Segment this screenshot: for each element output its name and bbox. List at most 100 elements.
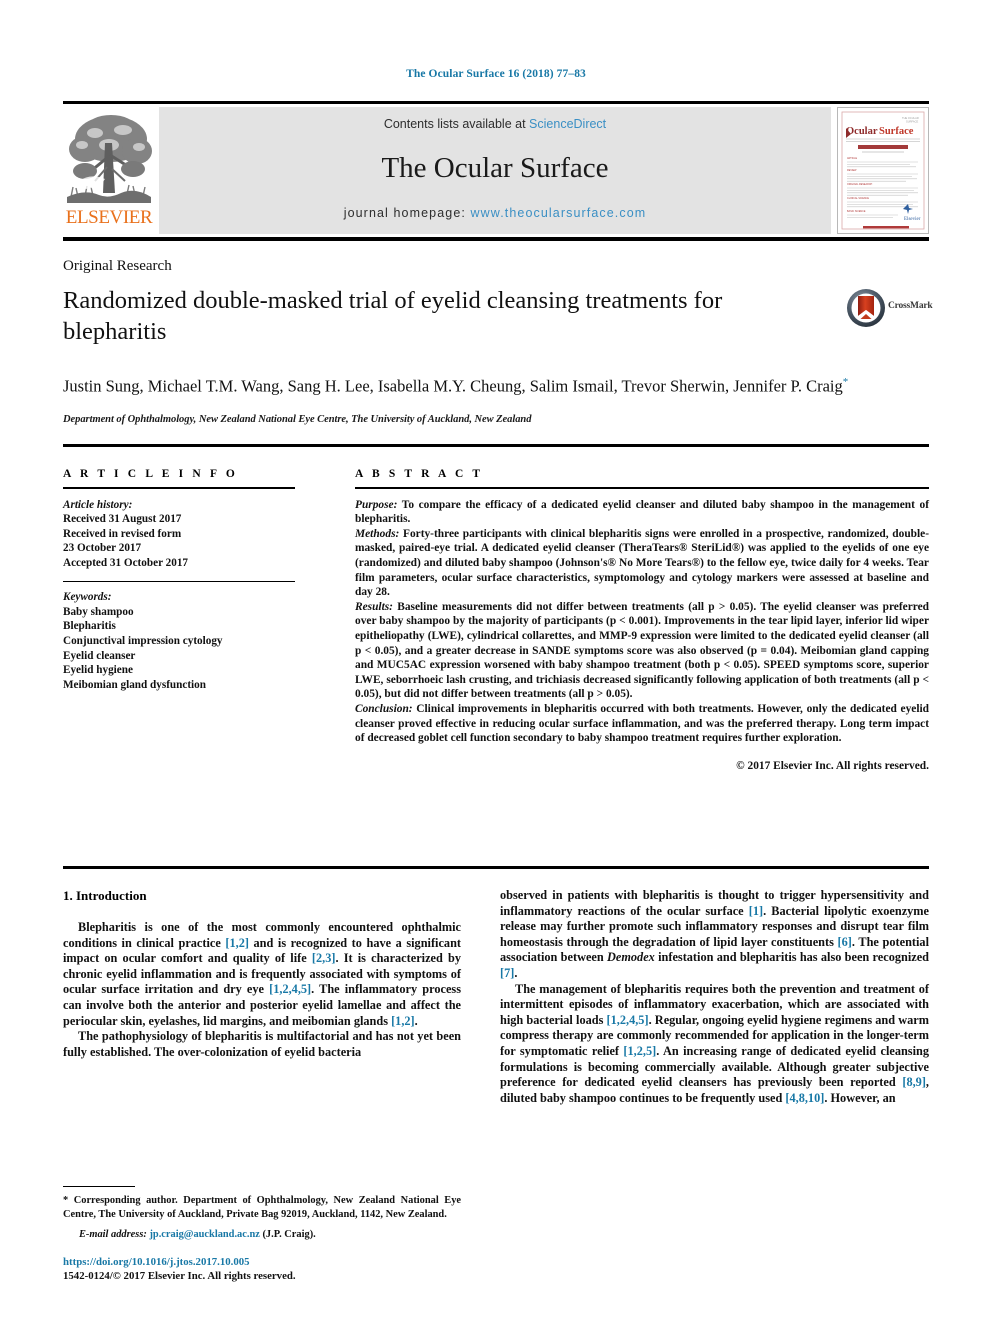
intro-paragraph-4: The management of blepharitis requires b… — [500, 982, 929, 1107]
body-column-left: 1. Introduction Blepharitis is one of th… — [63, 888, 461, 1060]
journal-banner: ELSEVIER Contents lists available at Sci… — [63, 107, 929, 234]
banner-top-rule — [63, 101, 929, 104]
abstract-methods: Methods: Forty-three participants with c… — [355, 527, 929, 600]
citation-ref[interactable]: [1,2] — [225, 936, 249, 950]
corresponding-author-note: * Corresponding author. Department of Op… — [63, 1194, 461, 1220]
citation-ref[interactable]: [1] — [749, 904, 763, 918]
issn-copyright-line: 1542-0124/© 2017 Elsevier Inc. All right… — [63, 1270, 296, 1282]
author-list: Justin Sung, Michael T.M. Wang, Sang H. … — [63, 371, 863, 398]
abstract-conclusion-label: Conclusion: — [355, 702, 413, 715]
body-column-right: observed in patients with blepharitis is… — [500, 888, 929, 1106]
article-info-column: A R T I C L E I N F O Article history: R… — [63, 468, 295, 692]
crossmark-label: CrossMark — [888, 301, 933, 311]
abstract-block-top-rule — [63, 444, 929, 447]
keywords-label: Keywords: — [63, 591, 112, 604]
keyword-item: Meibomian gland dysfunction — [63, 678, 206, 691]
history-item: Accepted 31 October 2017 — [63, 556, 189, 569]
abstract-conclusion: Conclusion: Clinical improvements in ble… — [355, 702, 929, 746]
crossmark-icon — [847, 289, 885, 327]
elsevier-logo: ELSEVIER — [63, 107, 155, 234]
citation-ref[interactable]: [8,9] — [902, 1075, 926, 1089]
citation-ref[interactable]: [7] — [500, 966, 514, 980]
citation-ref[interactable]: [1,2] — [391, 1014, 415, 1028]
abstract-copyright: © 2017 Elsevier Inc. All rights reserved… — [736, 759, 929, 772]
abstract-results-text: Baseline measurements did not differ bet… — [355, 600, 929, 701]
intro-paragraph-1: Blepharitis is one of the most commonly … — [63, 920, 461, 1029]
abstract-results-label: Results: — [355, 600, 393, 613]
history-item: Received 31 August 2017 — [63, 513, 182, 526]
history-item: Received in revised form — [63, 527, 182, 540]
intro-paragraph-3: observed in patients with blepharitis is… — [500, 888, 929, 982]
abstract-column: A B S T R A C T Purpose: To compare the … — [355, 468, 929, 773]
journal-article-page: The Ocular Surface 16 (2018) 77–83 ELSEV… — [0, 0, 992, 1323]
journal-title: The Ocular Surface — [381, 152, 609, 184]
article-history-label: Article history: — [63, 498, 133, 511]
homepage-prefix: journal homepage: — [343, 206, 466, 220]
svg-text:BASIC SCIENCE: BASIC SCIENCE — [847, 210, 866, 213]
doi-footer: https://doi.org/10.1016/j.jtos.2017.10.0… — [63, 1255, 461, 1283]
article-history-block: Article history: Received 31 August 2017… — [63, 498, 295, 571]
abstract-results: Results: Baseline measurements did not d… — [355, 600, 929, 702]
article-info-heading: A R T I C L E I N F O — [63, 468, 238, 480]
text-run: . — [514, 965, 518, 980]
history-item: 23 October 2017 — [63, 542, 142, 555]
italic-term: Demodex — [607, 950, 655, 965]
citation-ref[interactable]: [1,2,4,5] — [269, 982, 311, 996]
elsevier-wordmark: ELSEVIER — [65, 207, 153, 228]
keyword-item: Baby shampoo — [63, 605, 134, 618]
text-run: infestation and blepharitis has also bee… — [654, 950, 929, 965]
citation-ref[interactable]: [2,3] — [312, 951, 336, 965]
citation-ref[interactable]: [4,8,10] — [785, 1091, 824, 1105]
svg-text:ARTICLE: ARTICLE — [847, 157, 857, 160]
footnote-rule — [63, 1186, 135, 1188]
article-type-label: Original Research — [63, 258, 172, 274]
text-run: . However, an — [824, 1090, 896, 1105]
svg-text:THE OCULAR: THE OCULAR — [902, 116, 919, 120]
svg-text:Elsevier: Elsevier — [904, 217, 921, 222]
paper-title: Randomized double-masked trial of eyelid… — [63, 287, 723, 345]
corresponding-author-marker: * — [842, 376, 849, 388]
keyword-item: Conjunctival impression cytology — [63, 634, 223, 647]
citation-ref[interactable]: [1,2,5] — [623, 1044, 656, 1058]
svg-text:Surface: Surface — [879, 126, 914, 137]
running-head: The Ocular Surface 16 (2018) 77–83 — [406, 68, 586, 80]
doi-link[interactable]: https://doi.org/10.1016/j.jtos.2017.10.0… — [63, 1255, 461, 1269]
journal-homepage-line: journal homepage: www.theocularsurface.c… — [159, 206, 831, 220]
crossmark-badge[interactable]: CrossMark — [846, 288, 942, 328]
abstract-purpose-text: To compare the efficacy of a dedicated e… — [355, 498, 929, 526]
abstract-methods-text: Forty-three participants with clinical b… — [355, 527, 929, 599]
journal-homepage-link[interactable]: www.theocularsurface.com — [471, 206, 647, 220]
contents-available-line: Contents lists available at ScienceDirec… — [159, 117, 831, 131]
abstract-purpose-label: Purpose: — [355, 498, 398, 511]
email-suffix: (J.P. Craig). — [259, 1228, 316, 1240]
keywords-block: Keywords: Baby shampoo Blepharitis Conju… — [63, 590, 295, 692]
email-note: E-mail address: jp.craig@auckland.ac.nz … — [63, 1228, 461, 1241]
svg-text:ORIGINAL RESEARCH: ORIGINAL RESEARCH — [847, 183, 873, 186]
banner-center: Contents lists available at ScienceDirec… — [159, 107, 831, 234]
abstract-purpose: Purpose: To compare the efficacy of a de… — [355, 498, 929, 527]
email-label: E-mail address: — [79, 1228, 147, 1240]
article-info-divider — [63, 580, 295, 583]
abstract-block-bottom-rule — [63, 866, 929, 869]
keyword-item: Blepharitis — [63, 620, 116, 633]
contents-prefix: Contents lists available at — [383, 117, 526, 131]
svg-text:Ocular: Ocular — [846, 126, 878, 137]
sciencedirect-link[interactable]: ScienceDirect — [529, 117, 606, 131]
author-names: Justin Sung, Michael T.M. Wang, Sang H. … — [63, 376, 843, 396]
elsevier-tree-icon — [65, 109, 153, 205]
abstract-methods-label: Methods: — [355, 527, 400, 540]
svg-text:CLINICAL SCIENCE: CLINICAL SCIENCE — [847, 197, 869, 200]
section-heading-introduction: 1. Introduction — [63, 888, 147, 903]
article-info-underline — [63, 487, 295, 489]
abstract-body: Purpose: To compare the efficacy of a de… — [355, 498, 929, 774]
keyword-item: Eyelid cleanser — [63, 649, 136, 662]
citation-ref[interactable]: [1,2,4,5] — [607, 1013, 649, 1027]
email-link[interactable]: jp.craig@auckland.ac.nz — [149, 1229, 259, 1240]
text-run: . — [414, 1013, 418, 1028]
footnote-text: Corresponding author. Department of Opht… — [63, 1195, 461, 1220]
journal-cover-thumbnail: THE OCULAR SURFACE Ocular Surface ARTICL… — [837, 107, 929, 234]
abstract-underline — [355, 487, 929, 489]
abstract-conclusion-text: Clinical improvements in blepharitis occ… — [355, 702, 929, 745]
affiliation: Department of Ophthalmology, New Zealand… — [63, 414, 532, 425]
citation-ref[interactable]: [6] — [838, 935, 852, 949]
